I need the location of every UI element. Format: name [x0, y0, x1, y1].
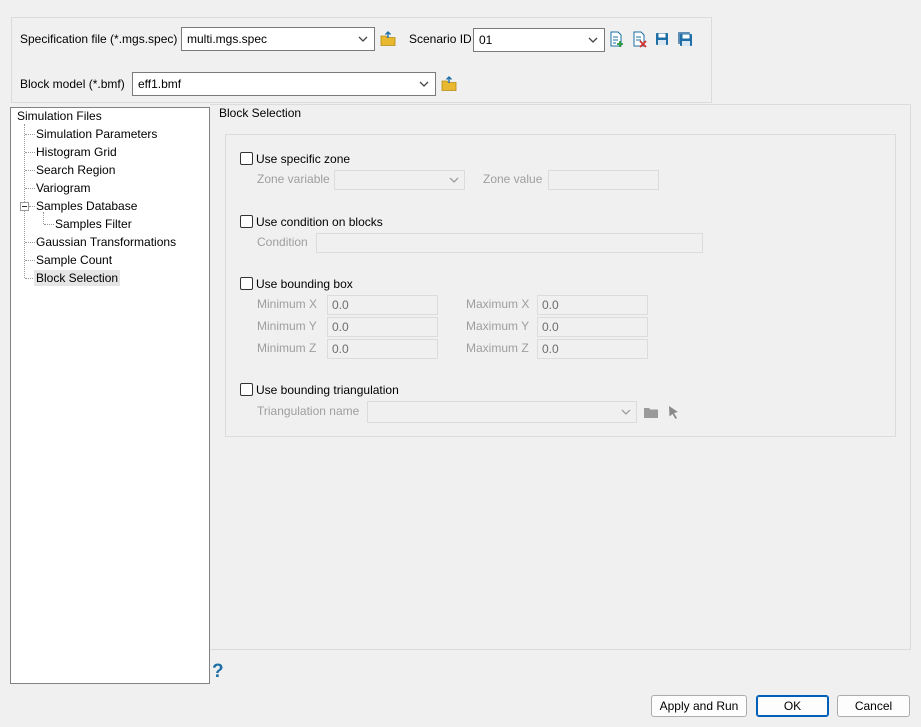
condition-field[interactable]: [316, 233, 703, 253]
ok-button[interactable]: OK: [756, 695, 829, 717]
minimum-z-field[interactable]: 0.0: [327, 339, 438, 359]
chevron-down-icon[interactable]: [356, 31, 370, 47]
scenario-id-value: 01: [479, 33, 493, 47]
triangulation-name-combo[interactable]: [367, 401, 637, 423]
spec-file-label: Specification file (*.mgs.spec): [20, 32, 178, 46]
new-scenario-icon[interactable]: [607, 30, 625, 48]
tree-item-simulation-parameters[interactable]: Simulation Parameters: [34, 126, 159, 142]
tree-item-search-region[interactable]: Search Region: [34, 162, 117, 178]
tree-item-gaussian-transformations[interactable]: Gaussian Transformations: [34, 234, 178, 250]
use-bounding-box-checkbox[interactable]: [240, 277, 253, 290]
maximum-z-field[interactable]: 0.0: [537, 339, 648, 359]
scenario-id-label: Scenario ID: [409, 32, 472, 46]
triangulation-name-label: Triangulation name: [257, 404, 360, 418]
save-as-icon[interactable]: [676, 30, 694, 48]
zone-variable-label: Zone variable: [257, 172, 330, 186]
tree-item-block-selection[interactable]: Block Selection: [34, 270, 121, 286]
block-model-label: Block model (*.bmf): [20, 77, 125, 91]
tree-item-samples-filter[interactable]: Samples Filter: [53, 216, 134, 232]
navigation-tree: Simulation Files Simulation Parameters H…: [10, 107, 210, 684]
condition-label: Condition: [257, 235, 308, 249]
maximum-y-label: Maximum Y: [466, 319, 530, 333]
chevron-down-icon: [621, 409, 631, 415]
browse-folder-icon[interactable]: [379, 30, 397, 48]
zone-value-label: Zone value: [483, 172, 543, 186]
scenario-id-combo[interactable]: 01: [473, 28, 605, 52]
tree-item-variogram[interactable]: Variogram: [34, 180, 92, 196]
delete-scenario-icon[interactable]: [630, 30, 648, 48]
zone-value-field[interactable]: [548, 170, 659, 190]
tree-item-samples-database[interactable]: Samples Database: [34, 198, 139, 214]
maximum-x-label: Maximum X: [466, 297, 530, 311]
block-model-value: eff1.bmf: [138, 77, 182, 91]
spec-file-combo[interactable]: multi.mgs.spec: [181, 27, 375, 51]
maximum-z-label: Maximum Z: [466, 341, 529, 355]
section-title: Block Selection: [219, 106, 302, 120]
chevron-down-icon: [449, 177, 459, 183]
minimum-z-label: Minimum Z: [257, 341, 317, 355]
minimum-y-field[interactable]: 0.0: [327, 317, 438, 337]
maximum-y-field[interactable]: 0.0: [537, 317, 648, 337]
block-model-combo[interactable]: eff1.bmf: [132, 72, 436, 96]
spec-file-value: multi.mgs.spec: [187, 32, 268, 46]
use-specific-zone-checkbox[interactable]: [240, 152, 253, 165]
tree-item-histogram-grid[interactable]: Histogram Grid: [34, 144, 119, 160]
chevron-down-icon[interactable]: [586, 32, 600, 48]
pick-pointer-icon[interactable]: [665, 403, 683, 421]
use-specific-zone-label[interactable]: Use specific zone: [256, 152, 350, 166]
use-bounding-box-label[interactable]: Use bounding box: [256, 277, 353, 291]
tree-item-sample-count[interactable]: Sample Count: [34, 252, 114, 268]
use-condition-checkbox[interactable]: [240, 215, 253, 228]
minimum-x-field[interactable]: 0.0: [327, 295, 438, 315]
browse-folder-icon[interactable]: [440, 75, 458, 93]
use-condition-label[interactable]: Use condition on blocks: [256, 215, 383, 229]
use-triangulation-checkbox[interactable]: [240, 383, 253, 396]
collapse-icon[interactable]: [20, 202, 29, 211]
zone-variable-combo[interactable]: [334, 170, 465, 190]
minimum-y-label: Minimum Y: [257, 319, 317, 333]
apply-and-run-button[interactable]: Apply and Run: [651, 695, 747, 717]
help-icon[interactable]: ?: [212, 661, 230, 683]
maximum-x-field[interactable]: 0.0: [537, 295, 648, 315]
minimum-x-label: Minimum X: [257, 297, 318, 311]
folder-icon[interactable]: [642, 403, 660, 421]
chevron-down-icon[interactable]: [417, 76, 431, 92]
cancel-button[interactable]: Cancel: [837, 695, 910, 717]
use-triangulation-label[interactable]: Use bounding triangulation: [256, 383, 399, 397]
tree-root-simulation-files[interactable]: Simulation Files: [15, 108, 104, 124]
save-icon[interactable]: [653, 30, 671, 48]
tree-guide-line: [24, 124, 25, 278]
